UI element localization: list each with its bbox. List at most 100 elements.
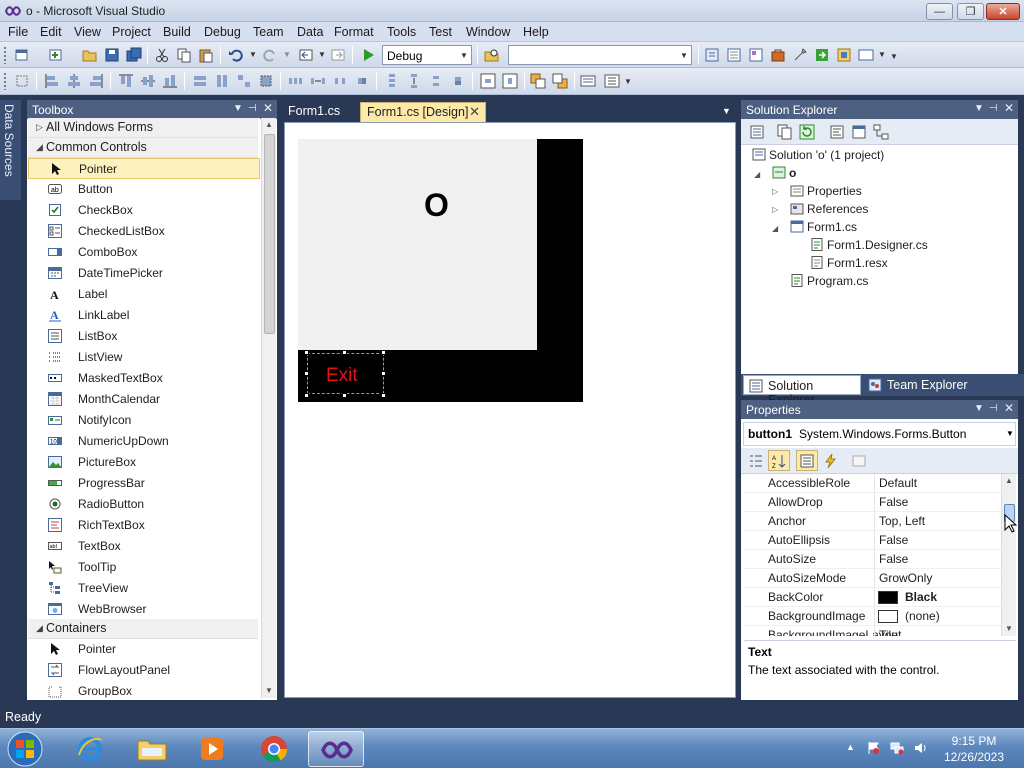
property-value[interactable]: (none) — [905, 609, 940, 623]
find-combo[interactable]: ▼ — [508, 45, 692, 65]
toolbox-item-textbox[interactable]: abl TextBox — [28, 536, 260, 557]
property-value[interactable]: Top, Left — [879, 514, 925, 528]
window-position-icon[interactable]: ▼ — [233, 103, 243, 114]
copy-icon[interactable] — [176, 47, 192, 63]
window-position-icon[interactable]: ▼ — [974, 103, 984, 114]
resize-handle[interactable] — [304, 371, 309, 376]
property-grid-scrollbar[interactable]: ▲ ▼ — [1001, 474, 1016, 636]
view-code-icon[interactable] — [829, 124, 845, 140]
resize-handle[interactable] — [381, 350, 386, 355]
size-to-grid-icon[interactable] — [258, 73, 274, 89]
align-middles-icon[interactable] — [140, 73, 156, 89]
menu-window[interactable]: Window — [466, 25, 510, 39]
save-icon[interactable] — [104, 47, 120, 63]
make-same-width-icon[interactable] — [192, 73, 208, 89]
menu-format[interactable]: Format — [334, 25, 374, 39]
toolbox-item-pointer-containers[interactable]: Pointer — [28, 639, 260, 660]
categorized-icon[interactable] — [748, 453, 764, 469]
toolbox-item-groupbox[interactable]: GroupBox — [28, 681, 260, 698]
taskbar-internet-explorer[interactable] — [62, 731, 118, 767]
tree-node-form1[interactable]: Form1.cs — [790, 220, 857, 234]
data-sources-tab[interactable]: Data Sources — [0, 100, 22, 200]
maximize-button[interactable]: ❐ — [957, 3, 984, 20]
toolbox-item-pointer[interactable]: Pointer — [28, 158, 260, 179]
solution-configuration-dropdown[interactable]: Debug ▼ — [382, 45, 472, 65]
tab-form1-code[interactable]: Form1.cs — [282, 102, 346, 122]
property-value[interactable]: False — [879, 533, 908, 547]
toolbox-window-icon[interactable] — [770, 47, 786, 63]
show-hidden-icons-icon[interactable]: ▲ — [846, 742, 855, 752]
start-page-icon[interactable] — [814, 47, 830, 63]
toolbox-item-datetimepicker[interactable]: DateTimePicker — [28, 263, 260, 284]
resize-handle[interactable] — [304, 393, 309, 398]
property-pages-icon[interactable] — [851, 453, 867, 469]
form-designer-surface[interactable]: O Exit — [284, 122, 736, 698]
taskbar-visual-studio[interactable] — [308, 731, 364, 767]
property-row-autosizemode[interactable]: AutoSizeMode GrowOnly — [744, 569, 1002, 588]
make-same-size-icon[interactable] — [236, 73, 252, 89]
resize-handle[interactable] — [342, 393, 347, 398]
category-containers[interactable]: ◢ Containers — [28, 619, 258, 639]
remove-vertical-spacing-icon[interactable] — [450, 73, 466, 89]
toolbox-item-treeview[interactable]: TreeView — [28, 578, 260, 599]
property-row-backgroundimage[interactable]: BackgroundImage (none) — [744, 607, 1002, 626]
remove-horizontal-spacing-icon[interactable] — [354, 73, 370, 89]
menu-project[interactable]: Project — [112, 25, 151, 39]
toolbar-overflow-icon[interactable]: ▼ — [890, 52, 898, 61]
command-dropdown-icon[interactable]: ▼ — [878, 50, 886, 59]
center-vertically-icon[interactable] — [502, 73, 518, 89]
property-row-autoellipsis[interactable]: AutoEllipsis False — [744, 531, 1002, 550]
bring-to-front-icon[interactable] — [530, 73, 546, 89]
tree-node-form1-designer[interactable]: Form1.Designer.cs — [810, 238, 928, 252]
tree-node-solution[interactable]: Solution 'o' (1 project) — [752, 148, 884, 162]
pin-icon[interactable]: ⊣ — [989, 103, 998, 114]
category-common-controls[interactable]: ◢ Common Controls — [28, 138, 258, 158]
navigate-dropdown-icon[interactable]: ▼ — [318, 50, 326, 59]
cut-icon[interactable] — [154, 47, 170, 63]
redo-icon[interactable] — [262, 47, 278, 63]
scroll-up-icon[interactable]: ▲ — [1005, 476, 1013, 485]
property-row-backgroundimagelayout[interactable]: BackgroundImageLayout Tile — [744, 626, 1002, 636]
toolbox-item-flowlayoutpanel[interactable]: FlowLayoutPanel — [28, 660, 260, 681]
align-to-grid-icon[interactable] — [14, 73, 30, 89]
toolbar-overflow-icon[interactable]: ▼ — [624, 77, 632, 86]
tools-icon[interactable] — [792, 47, 808, 63]
scroll-down-icon[interactable]: ▼ — [265, 686, 273, 695]
tab-solution-explorer[interactable]: Solution Explorer — [743, 375, 861, 407]
solution-explorer-icon[interactable] — [704, 47, 720, 63]
open-file-icon[interactable] — [82, 47, 98, 63]
action-center-flag-icon[interactable] — [866, 741, 880, 755]
properties-window-icon[interactable] — [726, 47, 742, 63]
center-horizontally-icon[interactable] — [480, 73, 496, 89]
toolbox-item-button[interactable]: ab Button — [28, 179, 260, 200]
toolbar-grip[interactable] — [3, 72, 7, 90]
send-to-back-icon[interactable] — [552, 73, 568, 89]
toolbox-item-checkbox[interactable]: CheckBox — [28, 200, 260, 221]
menu-debug[interactable]: Debug — [204, 25, 241, 39]
toolbox-item-combobox[interactable]: ComboBox — [28, 242, 260, 263]
exit-button[interactable]: Exit — [307, 353, 384, 394]
network-icon[interactable] — [890, 741, 904, 755]
increase-horizontal-spacing-icon[interactable] — [310, 73, 326, 89]
scrollbar-thumb[interactable] — [264, 134, 275, 334]
resize-handle[interactable] — [381, 393, 386, 398]
object-browser-icon[interactable] — [748, 47, 764, 63]
close-tab-icon[interactable]: ✕ — [469, 104, 480, 120]
decrease-vertical-spacing-icon[interactable] — [428, 73, 444, 89]
collapse-triangle-icon[interactable]: ◢ — [754, 170, 760, 179]
toolbox-item-tooltip[interactable]: ToolTip — [28, 557, 260, 578]
horizontal-spacing-equal-icon[interactable] — [288, 73, 304, 89]
volume-icon[interactable] — [914, 741, 928, 755]
object-selector-dropdown[interactable]: button1 System.Windows.Forms.Button ▼ — [743, 422, 1016, 446]
property-row-anchor[interactable]: Anchor Top, Left — [744, 512, 1002, 531]
toolbox-item-label-control[interactable]: A Label — [28, 284, 260, 305]
toolbox-item-linklabel[interactable]: A LinkLabel — [28, 305, 260, 326]
tree-node-properties[interactable]: Properties — [790, 184, 862, 198]
tab-order-icon[interactable] — [580, 73, 596, 89]
align-tops-icon[interactable] — [118, 73, 134, 89]
menu-file[interactable]: File — [8, 25, 28, 39]
scroll-down-icon[interactable]: ▼ — [1005, 624, 1013, 633]
tree-node-form1-resx[interactable]: Form1.resx — [810, 256, 888, 270]
form1-client-panel[interactable] — [298, 139, 537, 350]
expand-triangle-icon[interactable]: ▷ — [772, 205, 778, 214]
